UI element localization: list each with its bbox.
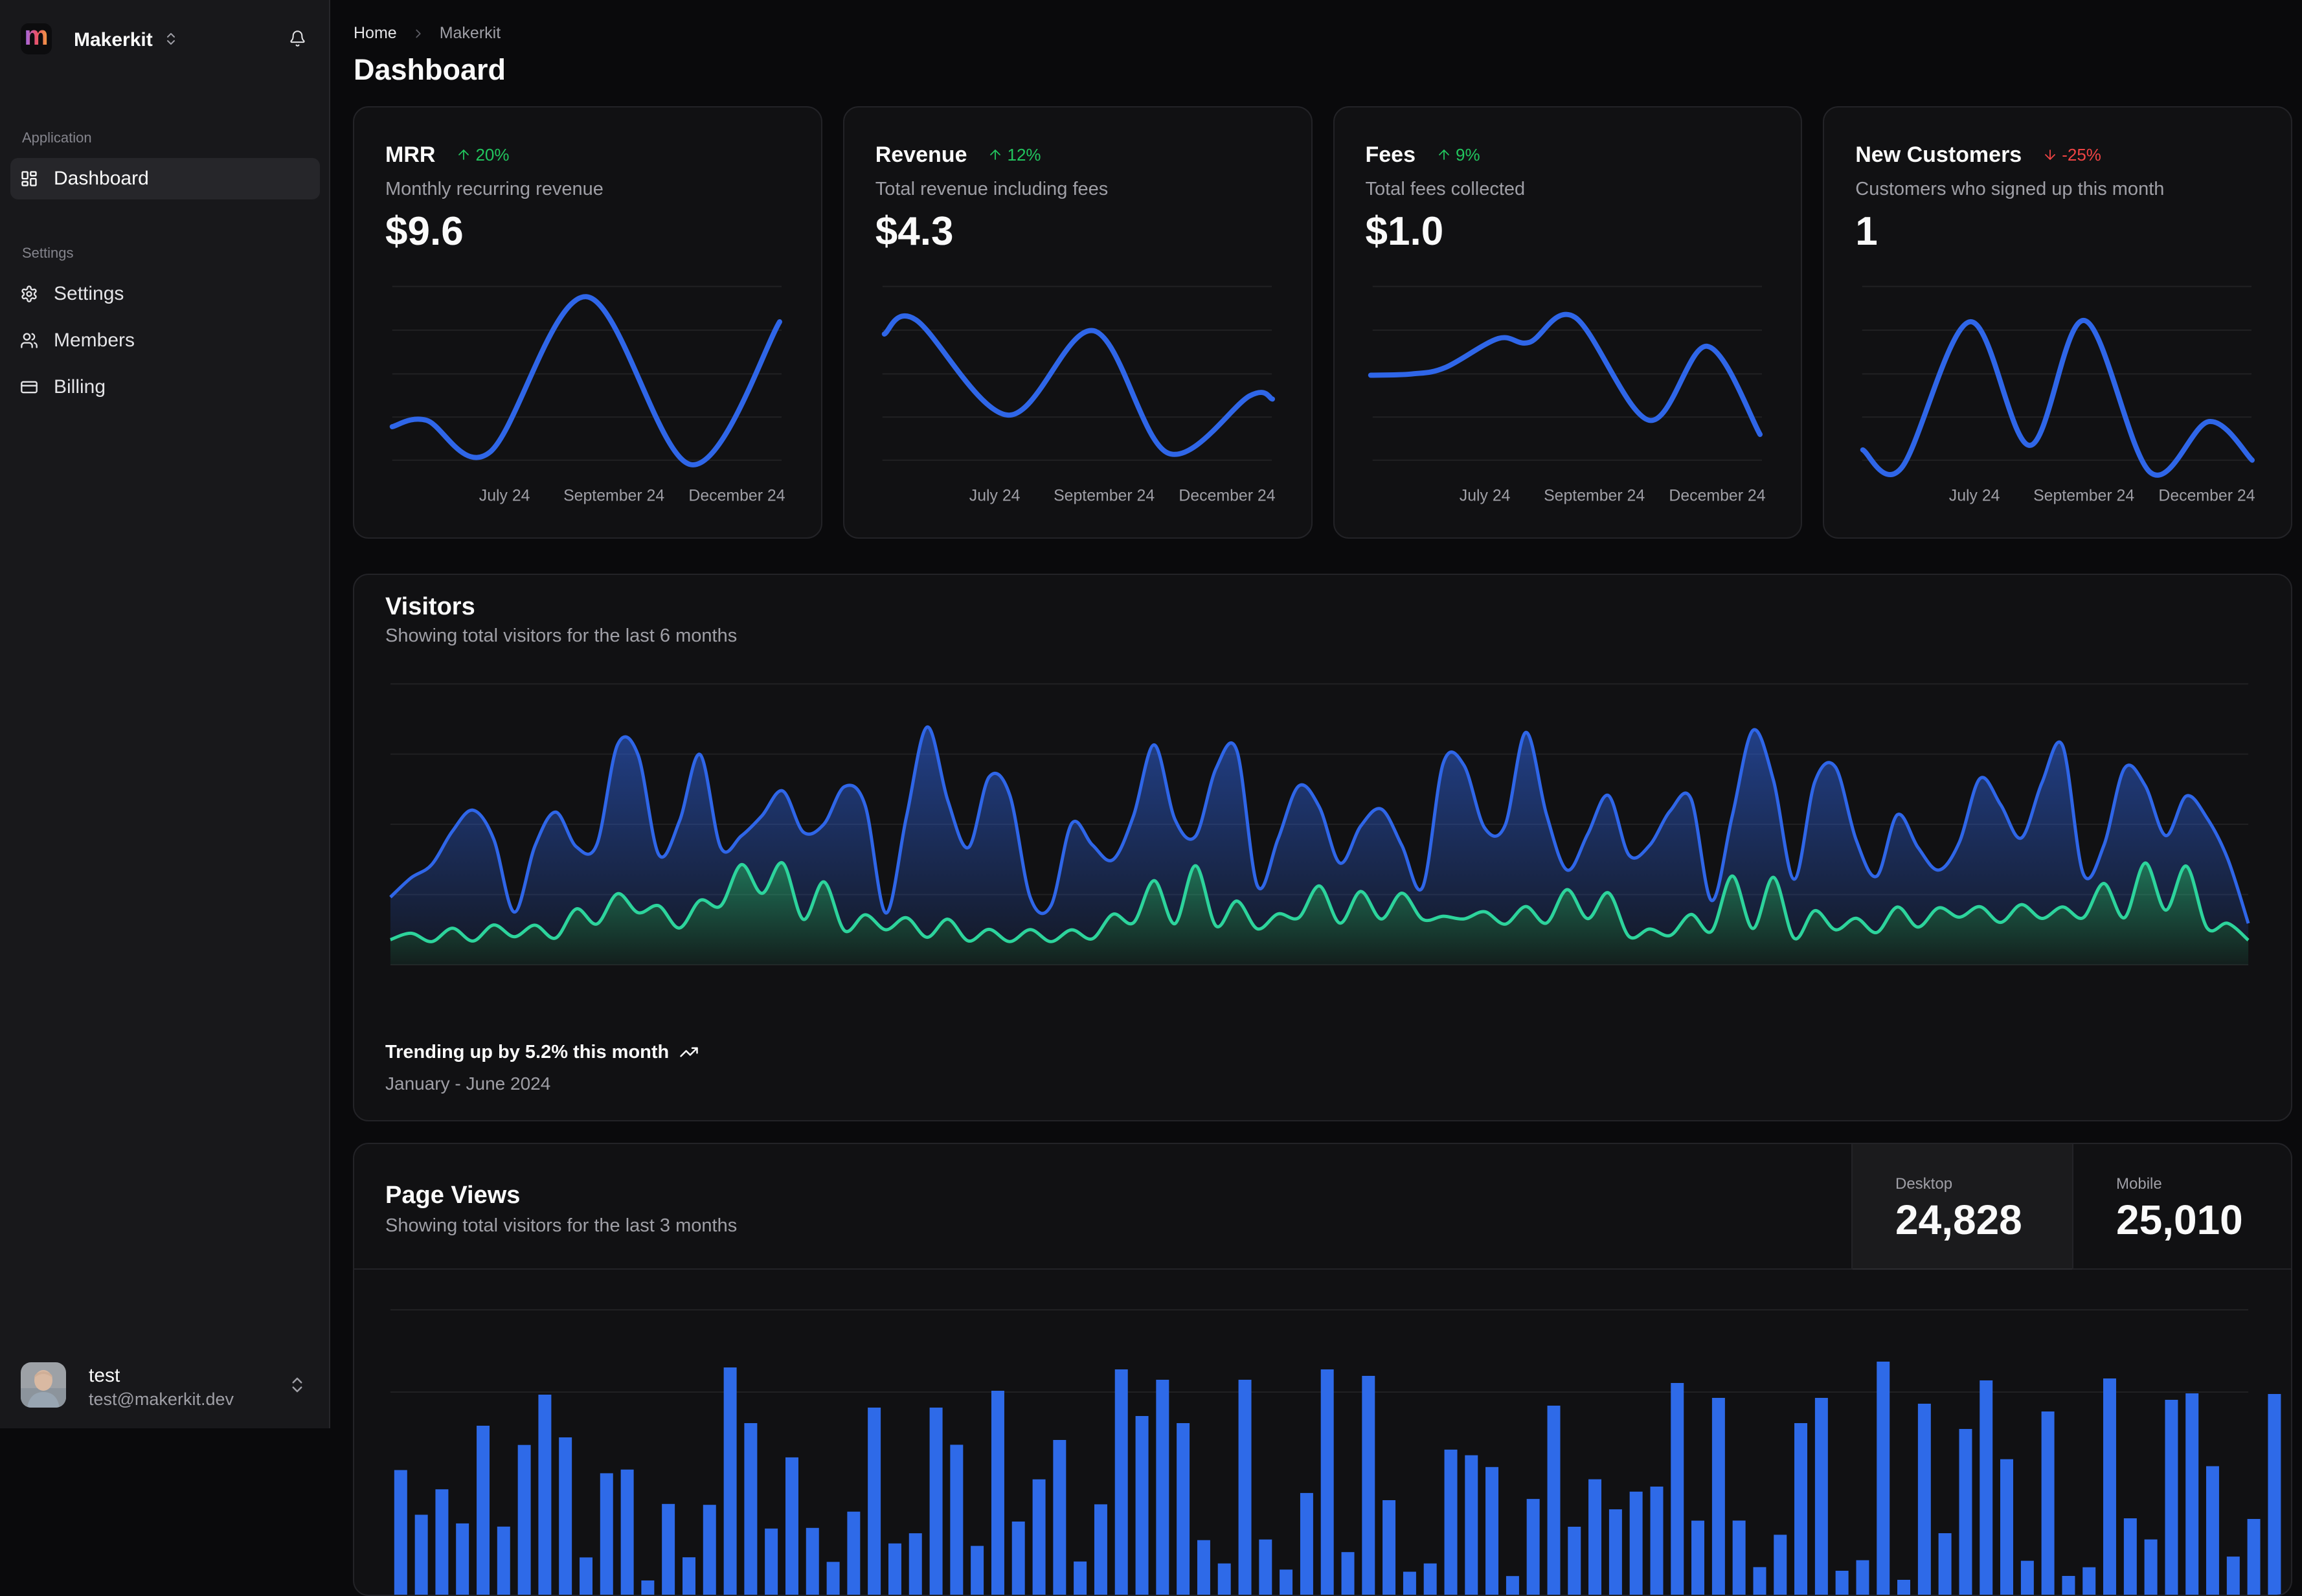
svg-text:July 24: July 24 [969, 487, 1021, 504]
svg-text:September 24: September 24 [2033, 487, 2134, 504]
svg-text:September 24: September 24 [1544, 487, 1645, 504]
svg-text:July 24: July 24 [479, 487, 530, 504]
svg-text:December 24: December 24 [1669, 487, 1765, 504]
svg-text:July 24: July 24 [1459, 487, 1510, 504]
svg-text:m: m [24, 23, 48, 51]
svg-text:December 24: December 24 [2159, 487, 2255, 504]
svg-text:September 24: September 24 [1054, 487, 1155, 504]
svg-text:December 24: December 24 [1179, 487, 1275, 504]
svg-text:December 24: December 24 [688, 487, 785, 504]
svg-text:September 24: September 24 [563, 487, 664, 504]
svg-text:July 24: July 24 [1949, 487, 2000, 504]
